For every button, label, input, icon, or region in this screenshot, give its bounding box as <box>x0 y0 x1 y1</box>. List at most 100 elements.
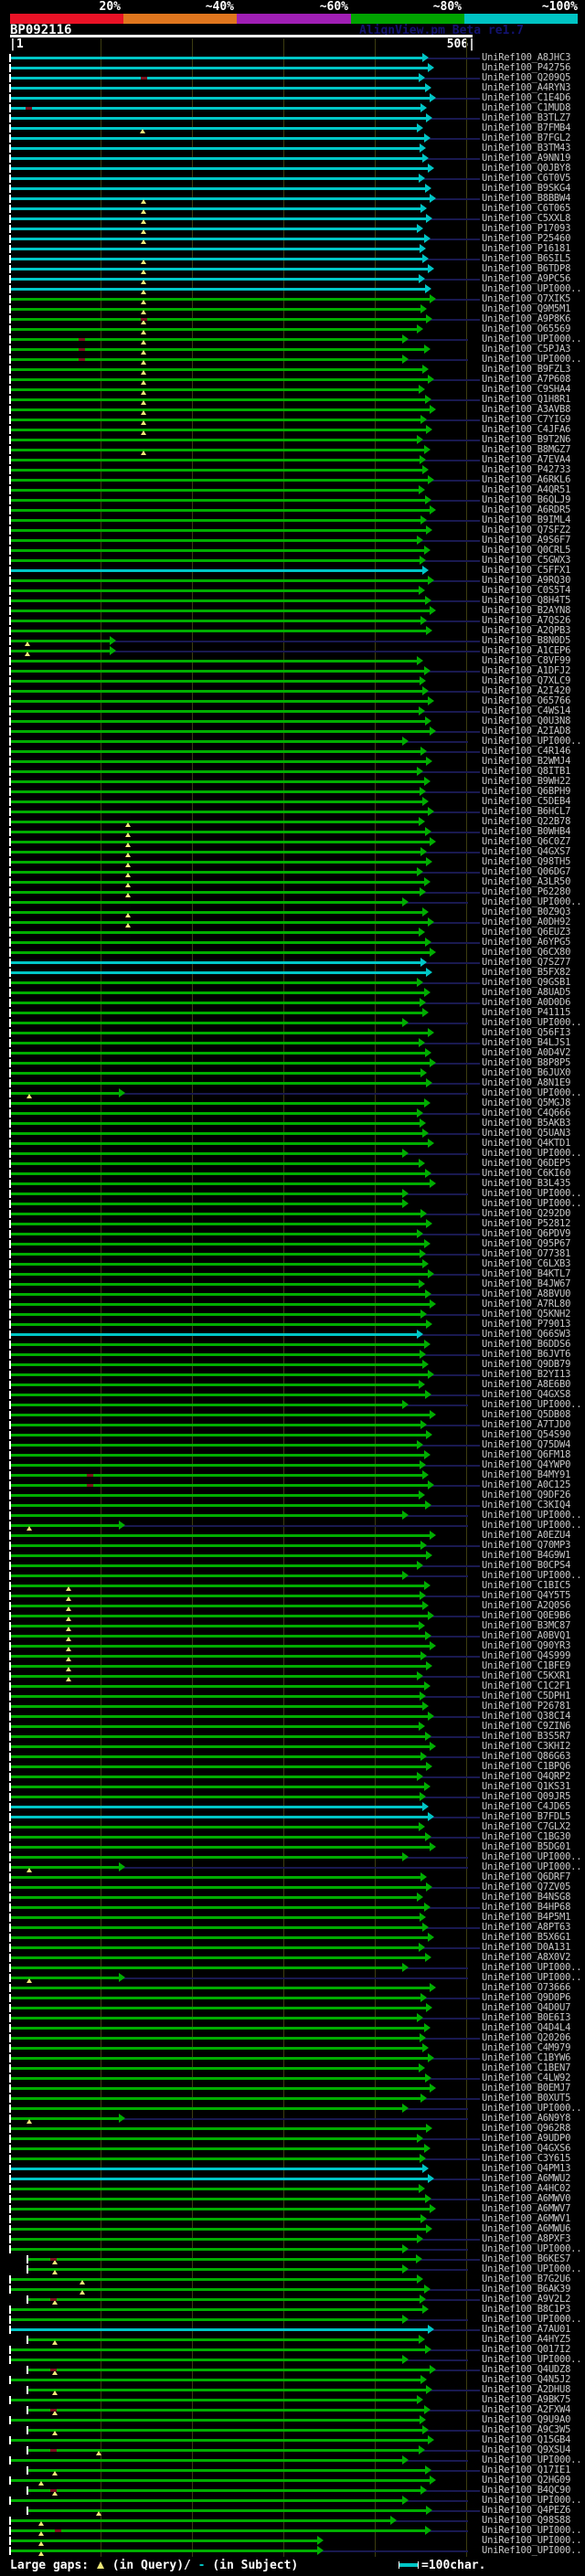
hsp-bar[interactable] <box>10 207 420 210</box>
hsp-bar[interactable] <box>10 800 422 803</box>
hsp-bar[interactable] <box>10 911 422 914</box>
hsp-bar[interactable] <box>10 951 430 954</box>
hsp-bar[interactable] <box>10 1987 430 1989</box>
hsp-bar[interactable] <box>10 449 424 451</box>
hsp-bar[interactable] <box>10 2178 428 2180</box>
hsp-bar[interactable] <box>10 1313 420 1316</box>
hsp-bar[interactable] <box>10 2539 317 2542</box>
hsp-bar[interactable] <box>10 2097 420 2100</box>
hsp-bar[interactable] <box>10 2087 430 2090</box>
hsp-bar[interactable] <box>10 981 417 984</box>
hsp-bar[interactable] <box>10 368 422 371</box>
hsp-bar[interactable] <box>10 2027 424 2030</box>
hsp-bar[interactable] <box>10 328 417 331</box>
hsp-bar[interactable] <box>10 388 419 391</box>
hsp-bar[interactable] <box>10 1494 419 1497</box>
hsp-bar[interactable] <box>10 1956 425 1959</box>
hsp-bar[interactable] <box>10 57 422 59</box>
hsp-bar[interactable] <box>10 1755 420 1758</box>
hsp-bar[interactable] <box>10 1765 426 1768</box>
hsp-bar[interactable] <box>10 2188 419 2190</box>
hsp-bar[interactable] <box>10 2218 420 2221</box>
hsp-bar[interactable] <box>10 2077 425 2080</box>
hsp-bar[interactable] <box>10 710 419 713</box>
hsp-bar[interactable] <box>10 117 426 120</box>
hsp-bar[interactable] <box>10 378 428 381</box>
hsp-bar[interactable] <box>10 1293 425 1296</box>
hsp-bar[interactable] <box>10 127 417 130</box>
hsp-bar[interactable] <box>10 1343 424 1346</box>
hsp-bar[interactable] <box>10 67 428 69</box>
hsp-bar[interactable] <box>10 2519 390 2522</box>
hsp-bar[interactable] <box>10 991 424 994</box>
hsp-bar[interactable] <box>10 2328 428 2331</box>
hsp-bar[interactable] <box>10 750 420 753</box>
hsp-bar[interactable] <box>10 1042 419 1044</box>
hsp-bar[interactable] <box>10 2499 402 2502</box>
hsp-bar[interactable] <box>10 901 402 904</box>
hsp-bar[interactable] <box>10 1585 424 1587</box>
hsp-bar[interactable] <box>10 821 419 823</box>
hsp-bar[interactable] <box>10 1735 425 1738</box>
hsp-bar[interactable] <box>10 941 425 944</box>
hsp-bar[interactable] <box>10 1655 420 1658</box>
hsp-bar[interactable] <box>10 1223 426 1225</box>
hsp-bar[interactable] <box>10 1856 402 1859</box>
hsp-bar[interactable] <box>10 579 428 582</box>
hsp-bar[interactable] <box>10 2147 424 2150</box>
hsp-bar[interactable] <box>10 167 428 170</box>
hsp-bar[interactable] <box>10 2228 426 2231</box>
hsp-bar[interactable] <box>10 1182 430 1185</box>
hsp-bar[interactable] <box>10 1404 402 1406</box>
hsp-bar[interactable] <box>10 97 430 100</box>
hsp-bar[interactable] <box>10 1454 424 1457</box>
hsp-bar[interactable] <box>10 1514 402 1517</box>
hsp-bar[interactable] <box>10 197 430 200</box>
hsp-bar[interactable] <box>10 2238 417 2241</box>
hsp-bar[interactable] <box>10 1554 426 1557</box>
hsp-bar[interactable] <box>27 2298 420 2301</box>
hsp-bar[interactable] <box>10 1906 424 1909</box>
hsp-bar[interactable] <box>10 2057 428 2060</box>
hsp-bar[interactable] <box>10 861 426 864</box>
hsp-bar[interactable] <box>10 599 425 602</box>
hsp-bar[interactable] <box>10 238 424 240</box>
hsp-bar[interactable] <box>10 1414 430 1416</box>
hsp-bar[interactable] <box>10 217 426 220</box>
hsp-bar[interactable] <box>10 1032 428 1034</box>
hsp-bar[interactable] <box>10 2198 425 2200</box>
hsp-bar[interactable] <box>10 1564 417 1567</box>
hsp-bar[interactable] <box>10 2278 417 2281</box>
hsp-bar[interactable] <box>10 1574 402 1577</box>
hsp-bar[interactable] <box>10 1484 428 1487</box>
hsp-bar[interactable] <box>10 288 425 291</box>
hsp-bar[interactable] <box>10 660 417 663</box>
hsp-bar[interactable] <box>10 1062 430 1065</box>
hsp-bar[interactable] <box>10 429 426 431</box>
hsp-bar[interactable] <box>27 2268 402 2271</box>
hsp-bar[interactable] <box>10 620 420 622</box>
hsp-bar[interactable] <box>10 2107 402 2110</box>
hsp-bar[interactable] <box>10 1635 425 1638</box>
hsp-bar[interactable] <box>10 871 417 874</box>
hsp-bar[interactable] <box>10 419 420 421</box>
hsp-bar[interactable] <box>10 1323 426 1326</box>
hsp-bar[interactable] <box>10 1846 430 1849</box>
hsp-bar[interactable] <box>10 1615 428 1617</box>
hsp-bar[interactable] <box>10 961 420 964</box>
hsp-bar[interactable] <box>10 258 422 260</box>
hsp-bar[interactable] <box>10 569 422 572</box>
hsp-bar[interactable] <box>27 2429 422 2432</box>
hsp-bar[interactable] <box>10 177 419 180</box>
hsp-bar[interactable] <box>27 2258 416 2261</box>
hsp-bar[interactable] <box>10 519 420 522</box>
hsp-bar[interactable] <box>10 2248 402 2251</box>
hsp-bar[interactable] <box>10 931 419 934</box>
hsp-bar[interactable] <box>10 509 430 512</box>
hsp-bar[interactable] <box>10 1605 422 1607</box>
hsp-bar[interactable] <box>10 348 424 351</box>
hsp-bar[interactable] <box>10 971 426 974</box>
hsp-bar[interactable] <box>10 2529 425 2532</box>
hsp-bar[interactable] <box>10 2037 420 2040</box>
hsp-bar[interactable] <box>10 1072 420 1075</box>
